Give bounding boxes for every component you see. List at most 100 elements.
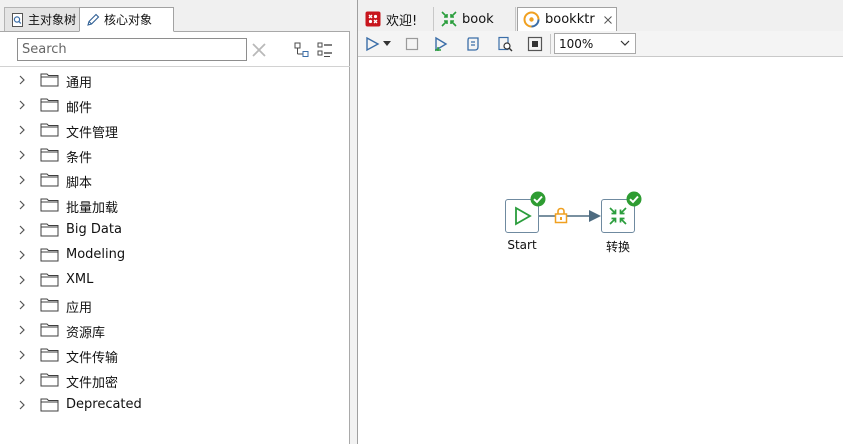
analyze-button[interactable] bbox=[495, 34, 515, 54]
preview-button[interactable] bbox=[431, 34, 451, 54]
tree-item-conditions[interactable]: 条件 bbox=[0, 144, 340, 166]
tab-welcome[interactable]: 欢迎! bbox=[360, 7, 434, 31]
left-tab-bar: 主对象树 核心对象 bbox=[0, 0, 350, 32]
chevron-right-icon[interactable] bbox=[17, 74, 27, 86]
tab-label: 核心对象 bbox=[104, 13, 153, 27]
folder-icon bbox=[40, 198, 59, 212]
tree-item-label: Modeling bbox=[66, 247, 126, 262]
toolbar-separator bbox=[550, 34, 551, 54]
chevron-right-icon[interactable] bbox=[17, 249, 27, 261]
tree-view-icon bbox=[12, 12, 23, 27]
folder-icon bbox=[40, 323, 59, 337]
stop-icon bbox=[405, 37, 419, 51]
run-button[interactable] bbox=[362, 34, 382, 54]
tree-item-label: 脚本 bbox=[66, 176, 93, 191]
chevron-right-icon[interactable] bbox=[17, 99, 27, 111]
left-panel: 主对象树 核心对象 Search 通用 邮件 文件管理 条件 脚本 批量加载 B… bbox=[0, 0, 350, 444]
zoom-value: 100% bbox=[559, 36, 594, 51]
folder-icon bbox=[40, 348, 59, 362]
tree-item-label: 条件 bbox=[66, 151, 93, 166]
tree-item-repository[interactable]: 资源库 bbox=[0, 319, 340, 341]
folder-icon bbox=[40, 273, 59, 287]
transformation-node-label: 转换 bbox=[605, 240, 630, 254]
chevron-right-icon[interactable] bbox=[17, 324, 27, 336]
editor-toolbar: 100% bbox=[358, 31, 843, 57]
preview-icon bbox=[435, 36, 448, 52]
transformation-icon bbox=[609, 207, 627, 225]
clear-search-icon[interactable] bbox=[250, 41, 268, 59]
folder-icon bbox=[40, 173, 59, 187]
tree-item-label: XML bbox=[66, 272, 94, 287]
tree-item-file-management[interactable]: 文件管理 bbox=[0, 119, 340, 141]
tree-item-label: 邮件 bbox=[66, 101, 93, 116]
tab-bookktr[interactable]: bookktr bbox=[517, 7, 617, 32]
tree-item-mail[interactable]: 邮件 bbox=[0, 94, 340, 116]
chevron-right-icon[interactable] bbox=[17, 224, 27, 236]
tree-item-xml[interactable]: XML bbox=[0, 269, 340, 291]
align-button[interactable] bbox=[525, 34, 545, 54]
success-check-icon bbox=[626, 191, 642, 207]
grid-snap-icon bbox=[527, 36, 543, 52]
tree-item-file-transfer[interactable]: 文件传输 bbox=[0, 344, 340, 366]
chevron-right-icon[interactable] bbox=[17, 349, 27, 361]
tree-item-label: 资源库 bbox=[66, 326, 106, 341]
verify-button[interactable] bbox=[463, 34, 483, 54]
tree-item-label: 批量加载 bbox=[66, 201, 119, 216]
chevron-right-icon[interactable] bbox=[17, 274, 27, 286]
folder-icon bbox=[40, 248, 59, 262]
tab-label: 欢迎! bbox=[386, 13, 418, 29]
chevron-right-icon[interactable] bbox=[17, 124, 27, 136]
tab-core-objects[interactable]: 核心对象 bbox=[79, 7, 174, 32]
tree-item-deprecated[interactable]: Deprecated bbox=[0, 394, 340, 416]
expand-all-icon[interactable] bbox=[293, 41, 311, 59]
welcome-icon bbox=[365, 11, 381, 27]
tab-main-object-tree[interactable]: 主对象树 bbox=[4, 7, 80, 31]
chevron-right-icon[interactable] bbox=[17, 149, 27, 161]
tree-item-utility[interactable]: 应用 bbox=[0, 294, 340, 316]
success-check-icon bbox=[530, 191, 546, 207]
collapse-all-icon[interactable] bbox=[316, 41, 334, 59]
tree-item-modeling[interactable]: Modeling bbox=[0, 244, 340, 266]
panel-splitter[interactable] bbox=[350, 0, 357, 444]
tab-book[interactable]: book bbox=[436, 7, 516, 31]
editor-panel: 欢迎! book bookktr 100% Start 转换 bbox=[357, 0, 843, 444]
job-icon bbox=[523, 11, 540, 28]
folder-icon bbox=[40, 123, 59, 137]
tree-item-label: 文件传输 bbox=[66, 351, 119, 366]
hop-arrow[interactable] bbox=[539, 205, 603, 227]
editor-tab-bar: 欢迎! book bookktr bbox=[358, 0, 843, 32]
stop-button[interactable] bbox=[402, 34, 422, 54]
pencil-icon bbox=[87, 13, 100, 26]
chevron-right-icon[interactable] bbox=[17, 374, 27, 386]
search-row bbox=[0, 32, 350, 67]
tree-item-file-encryption[interactable]: 文件加密 bbox=[0, 369, 340, 391]
play-icon bbox=[515, 206, 532, 226]
folder-icon bbox=[40, 298, 59, 312]
chevron-right-icon[interactable] bbox=[17, 174, 27, 186]
tab-label: bookktr bbox=[545, 12, 595, 27]
lock-icon[interactable] bbox=[554, 207, 568, 224]
tree-item-general[interactable]: 通用 bbox=[0, 69, 340, 91]
folder-icon bbox=[40, 373, 59, 387]
folder-icon bbox=[40, 398, 59, 412]
run-options-dropdown[interactable] bbox=[382, 34, 392, 54]
chevron-right-icon[interactable] bbox=[17, 299, 27, 311]
tree-item-big-data[interactable]: Big Data bbox=[0, 219, 340, 241]
tree-item-label: 文件加密 bbox=[66, 376, 119, 391]
folder-icon bbox=[40, 73, 59, 87]
chevron-right-icon[interactable] bbox=[17, 199, 27, 211]
chevron-right-icon[interactable] bbox=[17, 399, 27, 411]
zoom-select[interactable]: 100% bbox=[554, 33, 636, 54]
tree-item-scripting[interactable]: 脚本 bbox=[0, 169, 340, 191]
script-icon bbox=[467, 37, 479, 51]
search-input[interactable] bbox=[17, 38, 247, 61]
chevron-down-icon bbox=[620, 40, 630, 46]
job-canvas[interactable]: Start 转换 bbox=[358, 57, 843, 444]
close-tab-icon[interactable] bbox=[603, 15, 613, 25]
folder-icon bbox=[40, 148, 59, 162]
transformation-icon bbox=[441, 11, 457, 27]
tree-item-bulk-loading[interactable]: 批量加载 bbox=[0, 194, 340, 216]
tree-item-label: Deprecated bbox=[66, 397, 142, 412]
tab-label: 主对象树 bbox=[28, 13, 77, 27]
folder-icon bbox=[40, 98, 59, 112]
